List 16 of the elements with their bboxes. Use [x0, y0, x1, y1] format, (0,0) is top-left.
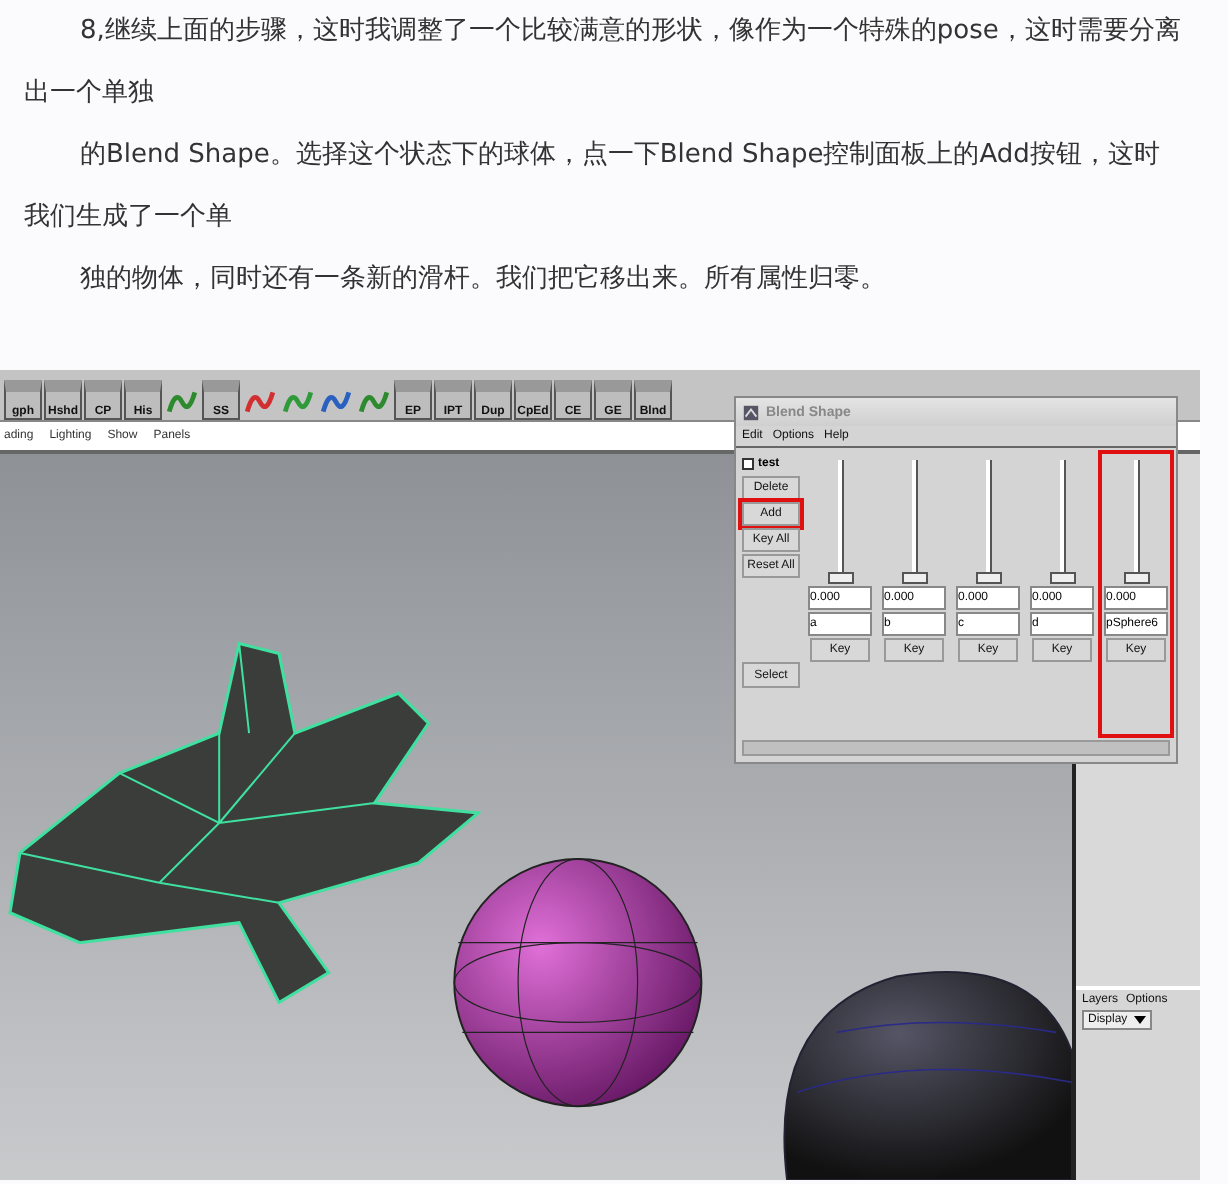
article-paragraph: 的Blend Shape。选择这个状态下的球体，点一下Blend Shape控制面板上的Add按钮，这时我们生成了一个单 — [24, 138, 1162, 236]
slider-handle[interactable] — [827, 572, 853, 584]
caret-icon — [1133, 1016, 1146, 1024]
shelf-tool-icon[interactable] — [166, 386, 198, 418]
shelf-tool-icon[interactable] — [320, 386, 352, 418]
slider-handle[interactable] — [901, 572, 927, 584]
app-icon — [742, 403, 760, 421]
slider-handle[interactable] — [1123, 572, 1149, 584]
slider-handle[interactable] — [975, 572, 1001, 584]
article-paragraph: 8,继续上面的步骤，这时我调整了一个比较满意的形状，像作为一个特殊的pose，这时需要分离出一个单独 — [24, 14, 1183, 112]
scrollbar[interactable] — [742, 740, 1170, 756]
shelf-tool-icon[interactable] — [244, 386, 276, 418]
shelf-tool-icon[interactable] — [358, 386, 390, 418]
slider-handle[interactable] — [1049, 572, 1075, 584]
collapse-toggle-icon[interactable] — [742, 458, 754, 470]
article-paragraph: 独的物体，同时还有一条新的滑杆。我们把它移出来。所有属性归零。 — [78, 262, 888, 298]
